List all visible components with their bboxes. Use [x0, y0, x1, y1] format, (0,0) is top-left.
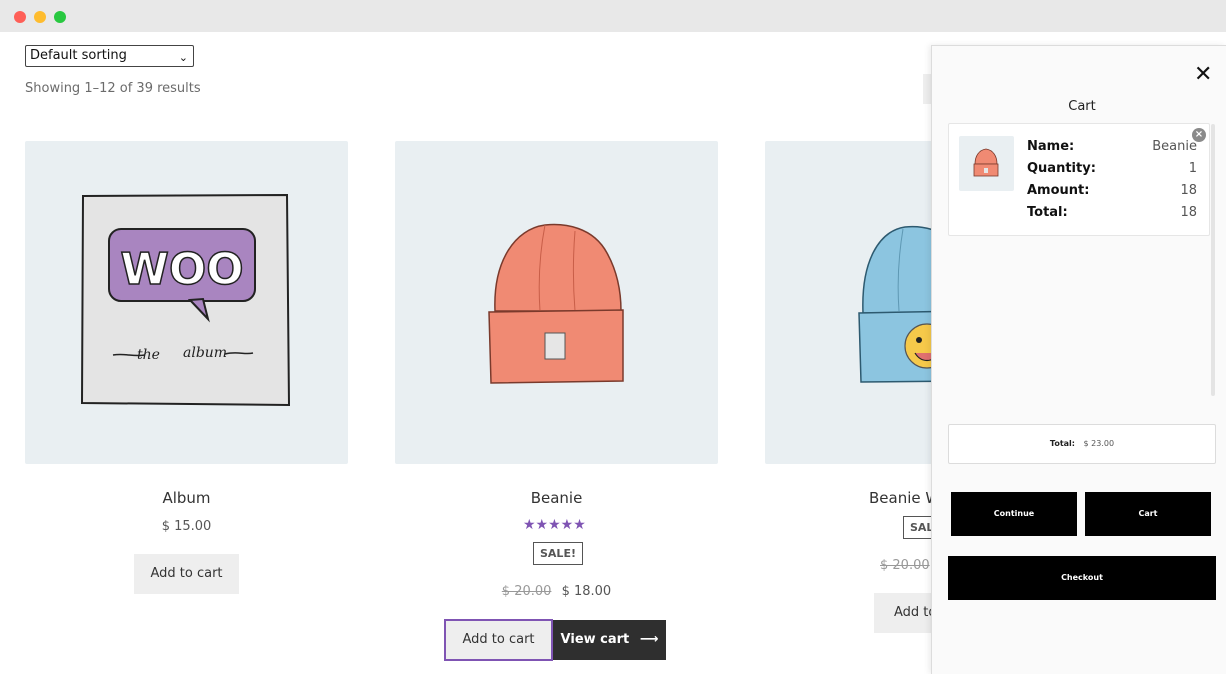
- cart-item-total: 18: [1180, 205, 1197, 220]
- cart-item-amount: 18: [1180, 183, 1197, 198]
- cart-total-label: Total:: [1049, 439, 1075, 448]
- svg-text:album: album: [183, 345, 227, 361]
- continue-button[interactable]: Continue: [951, 492, 1077, 536]
- cart-drawer: ✕ Cart × Name: Beanie Quantity: 1 Amount…: [931, 45, 1226, 674]
- cart-title: Cart: [1068, 99, 1096, 114]
- cart-item-name: Beanie: [1152, 139, 1197, 154]
- cart-item-amount-label: Amount:: [1027, 183, 1090, 198]
- product-image-album[interactable]: WOO the album: [25, 141, 348, 464]
- old-price-beanie-with-logo: $ 20.00: [880, 558, 930, 573]
- old-price-beanie: $ 20.00: [501, 584, 552, 599]
- cart-item-quantity: 1: [1188, 161, 1197, 176]
- cart-item-quantity-label: Quantity:: [1027, 161, 1096, 176]
- beanie-icon: [488, 223, 624, 384]
- arrow-right-icon: ⟶: [639, 632, 659, 647]
- product-title-album[interactable]: Album: [25, 489, 348, 507]
- window-close-button[interactable]: [14, 11, 26, 23]
- star-rating: ★★★★★: [523, 517, 586, 533]
- album-cover-icon: WOO the album: [80, 193, 291, 407]
- sale-price-beanie: $ 18.00: [561, 584, 612, 599]
- window-maximize-button[interactable]: [54, 11, 66, 23]
- chevron-down-icon: ⌄: [178, 51, 188, 64]
- cart-item: × Name: Beanie Quantity: 1 Amount: 18 To…: [948, 123, 1210, 236]
- cart-item-name-label: Name:: [1027, 139, 1075, 154]
- window-titlebar: [0, 0, 1226, 32]
- product-price-beanie: $ 20.00 $ 18.00: [395, 584, 718, 599]
- product-price-album: $ 15.00: [161, 519, 212, 534]
- cart-item-thumbnail: [959, 136, 1014, 191]
- sorting-select[interactable]: Default sorting ⌄: [25, 45, 194, 67]
- add-to-cart-button-beanie[interactable]: Add to cart: [444, 619, 553, 661]
- svg-text:the: the: [137, 347, 160, 363]
- window-minimize-button[interactable]: [34, 11, 46, 23]
- view-cart-label: View cart: [560, 632, 630, 647]
- close-icon[interactable]: ✕: [1194, 63, 1212, 87]
- sale-badge-beanie: SALE!: [533, 542, 583, 565]
- product-title-beanie[interactable]: Beanie: [395, 489, 718, 507]
- cart-scrollbar[interactable]: [1211, 124, 1215, 396]
- cart-button[interactable]: Cart: [1085, 492, 1211, 536]
- result-count: Showing 1–12 of 39 results: [25, 81, 201, 96]
- view-cart-button[interactable]: View cart ⟶: [553, 620, 666, 660]
- sorting-selected: Default sorting: [30, 48, 127, 63]
- cart-item-total-label: Total:: [1027, 205, 1068, 220]
- cart-total-value: $ 23.00: [1083, 439, 1115, 448]
- add-to-cart-button-album[interactable]: Add to cart: [134, 554, 239, 594]
- checkout-button[interactable]: Checkout: [948, 556, 1216, 600]
- cart-total-box: Total: $ 23.00: [948, 424, 1216, 464]
- beanie-thumbnail-icon: [973, 148, 999, 177]
- add-to-cart-button-beanie-with-logo[interactable]: Add to: [874, 593, 934, 633]
- shop-page: Default sorting ⌄ Showing 1–12 of 39 res…: [0, 32, 1226, 674]
- product-image-beanie[interactable]: [395, 141, 718, 464]
- svg-text:WOO: WOO: [120, 244, 243, 295]
